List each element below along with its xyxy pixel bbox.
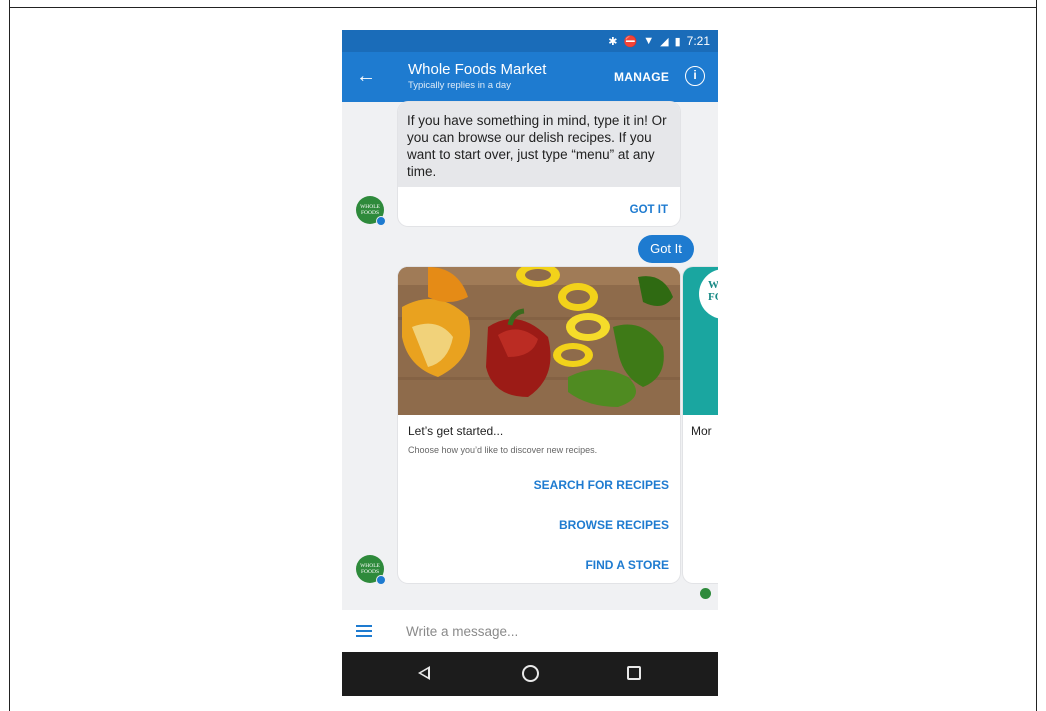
bot-message-text: If you have something in mind, type it i… xyxy=(398,102,680,187)
bot-avatar: WHOLE FOODS xyxy=(356,555,386,585)
user-message-bubble: Got It xyxy=(638,235,694,263)
next-card-image: WHOLE FOODS xyxy=(683,267,718,415)
carousel-card: Let’s get started... Choose how you’d li… xyxy=(398,267,680,583)
frame-border-right xyxy=(1036,0,1037,711)
android-nav-bar xyxy=(342,652,718,696)
bell-peppers-photo xyxy=(398,267,680,415)
manage-button[interactable]: MANAGE xyxy=(614,70,669,84)
signal-icon: ◢ xyxy=(660,35,669,48)
wifi-icon: ▼ xyxy=(643,35,655,47)
nav-recents-icon[interactable] xyxy=(627,666,641,680)
status-bar: ✱ ⛔ ▼ ◢ ▮ 7:21 xyxy=(342,30,718,52)
message-composer xyxy=(342,610,718,652)
bluetooth-icon: ✱ xyxy=(608,35,618,48)
app-bar: ← Whole Foods Market Typically replies i… xyxy=(342,52,718,102)
nav-back-icon[interactable] xyxy=(418,666,430,680)
do-not-disturb-icon: ⛔ xyxy=(623,35,638,48)
status-time: 7:21 xyxy=(686,34,710,48)
conversation-header[interactable]: Whole Foods Market Typically replies in … xyxy=(408,61,546,92)
seen-indicator-icon xyxy=(700,588,711,599)
card-title: Let’s get started... xyxy=(408,424,504,438)
avatar-logo-text: WHOLE FOODS xyxy=(360,204,380,216)
nav-home-icon[interactable] xyxy=(522,665,539,682)
message-input[interactable] xyxy=(406,620,696,642)
page-subtitle: Typically replies in a day xyxy=(408,80,511,91)
messenger-badge-icon xyxy=(376,575,386,585)
back-arrow-icon[interactable]: ← xyxy=(356,64,376,88)
messenger-badge-icon xyxy=(376,216,386,226)
info-icon[interactable]: i xyxy=(685,66,705,86)
search-for-recipes-button[interactable]: SEARCH FOR RECIPES xyxy=(534,478,669,492)
got-it-button[interactable]: GOT IT xyxy=(630,204,668,216)
avatar-logo-text: WHOLE FOODS xyxy=(360,563,380,575)
browse-recipes-button[interactable]: BROWSE RECIPES xyxy=(559,518,669,532)
whole-foods-logo: WHOLE FOODS xyxy=(699,269,718,319)
battery-icon: ▮ xyxy=(674,35,681,48)
frame-border-left xyxy=(9,0,10,711)
phone-screen: ✱ ⛔ ▼ ◢ ▮ 7:21 ← Whole Foods Market Typi… xyxy=(342,30,718,696)
find-a-store-button[interactable]: FIND A STORE xyxy=(585,558,669,572)
bot-avatar: WHOLE FOODS xyxy=(356,196,386,226)
frame-border-top xyxy=(9,7,1037,8)
next-card-title: Mor xyxy=(691,424,712,438)
menu-icon[interactable] xyxy=(356,625,372,637)
page-title: Whole Foods Market xyxy=(408,61,547,78)
card-subtitle: Choose how you’d like to discover new re… xyxy=(408,445,598,455)
next-carousel-card[interactable]: WHOLE FOODS Mor xyxy=(683,267,718,583)
bot-message-card: If you have something in mind, type it i… xyxy=(398,102,680,226)
